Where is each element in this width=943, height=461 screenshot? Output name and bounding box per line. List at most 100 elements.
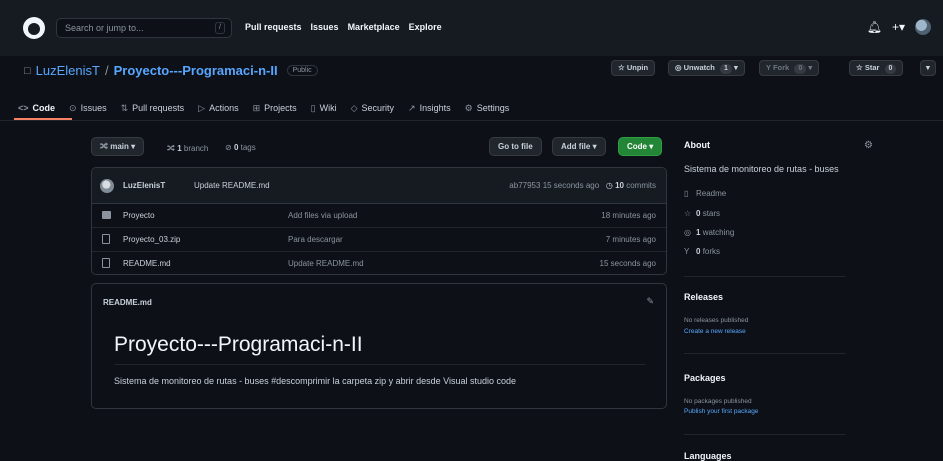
bell-icon[interactable]: 🔔︎ [867,20,882,34]
search-input[interactable]: Search or jump to... / [56,18,232,38]
pin-icon: ☆ [618,63,625,72]
packages-heading[interactable]: Packages [684,373,726,383]
watching-link[interactable]: ◎ 1 watching [684,228,734,237]
readme-filename-link[interactable]: README.md [103,298,152,307]
tab-settings[interactable]: ⚙︎ Settings [465,100,510,116]
sidebar-divider [684,434,846,435]
file-commit-message-link[interactable]: Para descargar [288,235,343,244]
repo-title: □ LuzElenisT / Proyecto---Programaci-n-I… [24,63,318,78]
plus-icon[interactable]: +▾ [892,20,905,34]
forks-count: 0 [696,247,701,256]
tab-pull-requests[interactable]: ⇅ Pull requests [121,100,185,116]
code-button[interactable]: Code ▾ [618,137,663,156]
branch-icon: 🔀︎ [167,144,175,153]
gear-icon[interactable]: ⚙︎ [864,140,873,151]
go-to-file-button[interactable]: Go to file [489,137,542,156]
stars-word: stars [702,209,721,218]
nav-marketplace[interactable]: Marketplace [348,22,400,32]
graph-icon: ↗ [408,102,416,113]
tag-icon: ⊘ [225,143,232,152]
packages-empty-text: No packages published [684,398,752,405]
stars-link[interactable]: ☆ 0 stars [684,209,720,218]
code-button-label: Code [627,142,647,151]
unwatch-count: 1 [720,64,732,74]
star-dropdown-button[interactable]: ▾ [920,60,936,76]
file-commit-message-link[interactable]: Update README.md [288,259,364,268]
file-commit-message-link[interactable]: Add files via upload [288,211,357,220]
file-name-link[interactable]: Proyecto [123,211,155,220]
tab-actions[interactable]: ▷ Actions [198,100,238,116]
releases-empty-text: No releases published [684,317,749,324]
add-file-button[interactable]: Add file ▾ [552,137,606,156]
unpin-button[interactable]: ☆ Unpin [611,60,656,76]
branch-select-button[interactable]: 🔀︎ main ▾ [91,137,145,156]
commit-author-link[interactable]: LuzElenisT [123,181,165,190]
branches-link[interactable]: 🔀︎ 1 branch [167,143,208,155]
tab-label: Issues [80,103,107,113]
code-icon: <> [18,103,29,113]
github-logo-icon[interactable] [23,17,45,39]
releases-heading[interactable]: Releases [684,292,723,302]
commits-link[interactable]: 10 commits [615,181,656,190]
watching-count: 1 [696,228,701,237]
tab-code[interactable]: <> Code [18,100,55,116]
chevron-down-icon: ▾ [808,63,813,72]
pencil-icon[interactable]: ✎︎ [646,296,654,307]
create-release-link[interactable]: Create a new release [684,328,746,335]
branch-word: branch [183,144,209,153]
eye-icon: ◎ [684,228,691,237]
tags-link[interactable]: ⊘ 0 tags [225,143,256,152]
publish-package-link[interactable]: Publish your first package [684,408,758,415]
commit-age: 15 seconds ago [542,181,600,190]
commit-word: commits [626,181,656,190]
file-name-link[interactable]: Proyecto_03.zip [123,235,180,244]
repo-name-link[interactable]: Proyecto---Programaci-n-II [114,63,278,78]
fork-button[interactable]: Y Fork 0 ▾ [759,60,820,76]
file-list: LuzElenisT Update README.md ab77953 15 s… [91,167,667,275]
stars-count: 0 [696,209,701,218]
tab-security[interactable]: ◇ Security [351,100,394,116]
fork-icon: Y [766,63,771,72]
repo-owner-link[interactable]: LuzElenisT [36,63,100,78]
nav-explore[interactable]: Explore [409,22,442,32]
file-row: README.md Update README.md 15 seconds ag… [92,252,666,274]
chevron-down-icon: ▾ [131,142,136,151]
tab-projects[interactable]: ⊞ Projects [253,100,297,116]
nav-issues[interactable]: Issues [311,22,339,32]
global-header: Search or jump to... / Pull requests Iss… [0,0,943,56]
book-icon: ▯ [310,102,316,113]
avatar[interactable] [915,19,931,35]
add-file-label: Add file [561,142,591,151]
gear-icon: ⚙︎ [464,102,473,113]
chevron-down-icon: ▾ [592,142,597,151]
eye-icon: ◎ [675,63,682,72]
nav-pull-requests[interactable]: Pull requests [245,22,302,32]
tab-issues[interactable]: ⊙ Issues [69,100,107,116]
tab-label: Settings [476,103,510,113]
readme-title: Proyecto---Programaci-n-II [114,333,363,356]
sidebar-divider [684,276,846,277]
file-name-link[interactable]: README.md [123,259,171,268]
forks-link[interactable]: Y0 forks [684,247,720,256]
readme-link-label: Readme [696,189,727,198]
avatar[interactable] [100,179,114,193]
repo-tabs: <> Code ⊙ Issues ⇅ Pull requests ▷ Actions ⊞… [18,100,509,116]
commit-message-link[interactable]: Update README.md [194,181,270,190]
file-age: 7 minutes ago [605,235,656,244]
unwatch-button[interactable]: ◎ Unwatch 1 ▾ [668,60,745,76]
search-placeholder: Search or jump to... [65,23,144,33]
file-row: Proyecto_03.zip Para descargar 7 minutes… [92,228,666,252]
commit-hash-link[interactable]: ab77953 [509,181,540,190]
file-row: Proyecto Add files via upload 18 minutes… [92,204,666,228]
commit-meta: ab77953 15 seconds ago ◷ 10 commits [509,181,656,190]
file-icon [102,234,110,244]
star-button[interactable]: ☆ Star 0 [849,60,904,76]
repo-icon: □ [24,64,31,77]
visibility-badge: Public [286,65,318,76]
tab-insights[interactable]: ↗ Insights [408,100,451,116]
tab-wiki[interactable]: ▯ Wiki [311,100,337,116]
readme-link[interactable]: ▯ Readme [684,189,726,198]
chevron-down-icon: ▾ [649,142,654,151]
tab-label: Wiki [319,103,337,113]
repo-description: Sistema de monitoreo de rutas - buses [684,164,839,174]
